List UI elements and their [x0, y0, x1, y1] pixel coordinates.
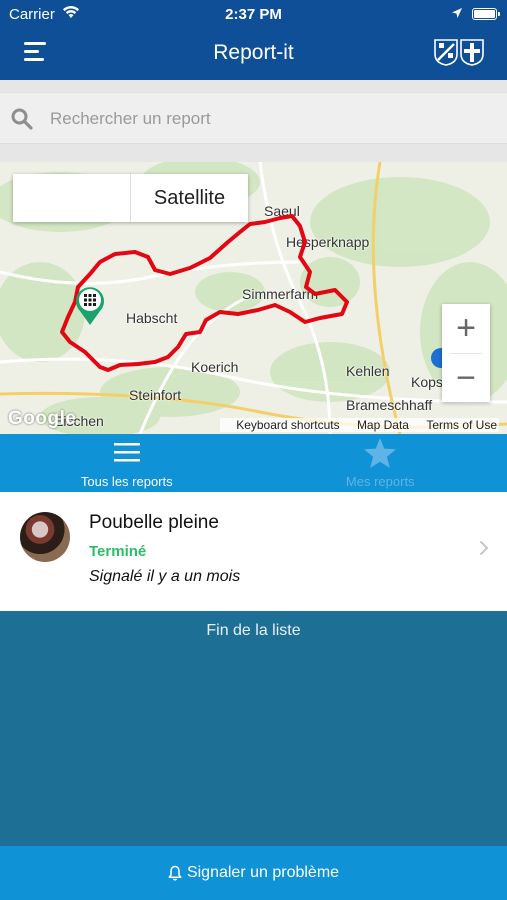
- tab-my-reports[interactable]: Mes reports: [254, 434, 507, 492]
- zoom-control: + −: [442, 304, 490, 402]
- tab-all-reports-label: Tous les reports: [80, 474, 173, 489]
- report-problem-label: Signaler un problème: [186, 864, 340, 881]
- search-icon: [11, 108, 33, 130]
- tab-my-reports-label: Mes reports: [345, 474, 415, 489]
- map-view[interactable]: Saeul Hesperknapp Habscht Simmerfarm Koe…: [0, 162, 507, 434]
- star-icon: [364, 438, 397, 468]
- map-marker-icon[interactable]: [73, 284, 107, 326]
- map-footer-links: Keyboard shortcuts Map Data Terms of Use: [220, 418, 499, 432]
- list-icon: [113, 443, 140, 462]
- app-title: Report-it: [213, 41, 294, 64]
- search-input[interactable]: [48, 105, 488, 133]
- status-bar: Carrier 2:37 PM: [0, 0, 507, 28]
- zoom-out-button[interactable]: −: [442, 354, 490, 402]
- map-type-control: Satellite: [13, 174, 248, 222]
- report-date: Signalé il y a un mois: [89, 568, 241, 585]
- bell-icon: [168, 865, 182, 881]
- map-footer: Google Keyboard shortcuts Map Data Terms…: [0, 408, 507, 434]
- report-list-item[interactable]: Poubelle pleine Terminé Signalé il y a u…: [0, 492, 507, 611]
- terms-of-use-link[interactable]: Terms of Use: [426, 418, 497, 432]
- map-data-link[interactable]: Map Data: [357, 418, 409, 432]
- map-type-map-button[interactable]: [13, 174, 131, 222]
- zoom-in-button[interactable]: +: [442, 304, 490, 353]
- search-bar: [0, 92, 507, 144]
- chevron-right-icon: [479, 540, 489, 556]
- report-status: Terminé: [89, 543, 147, 560]
- battery-icon: [472, 8, 500, 20]
- google-logo: Google: [8, 408, 77, 429]
- map-type-satellite-button[interactable]: Satellite: [131, 174, 248, 222]
- tab-all-reports[interactable]: Tous les reports: [0, 434, 254, 492]
- tab-bar: Tous les reports Mes reports: [0, 434, 507, 492]
- keyboard-shortcuts-link[interactable]: Keyboard shortcuts: [236, 418, 339, 432]
- coat-of-arms-logo: [434, 39, 484, 66]
- location-arrow-icon: [452, 8, 462, 18]
- report-title: Poubelle pleine: [89, 512, 219, 533]
- search-section: [0, 80, 507, 162]
- report-thumbnail: [20, 512, 70, 562]
- list-end-label: Fin de la liste: [206, 622, 301, 639]
- report-problem-button[interactable]: Signaler un problème: [0, 846, 507, 900]
- clock: 2:37 PM: [225, 6, 282, 23]
- nav-bar: Report-it: [0, 28, 507, 80]
